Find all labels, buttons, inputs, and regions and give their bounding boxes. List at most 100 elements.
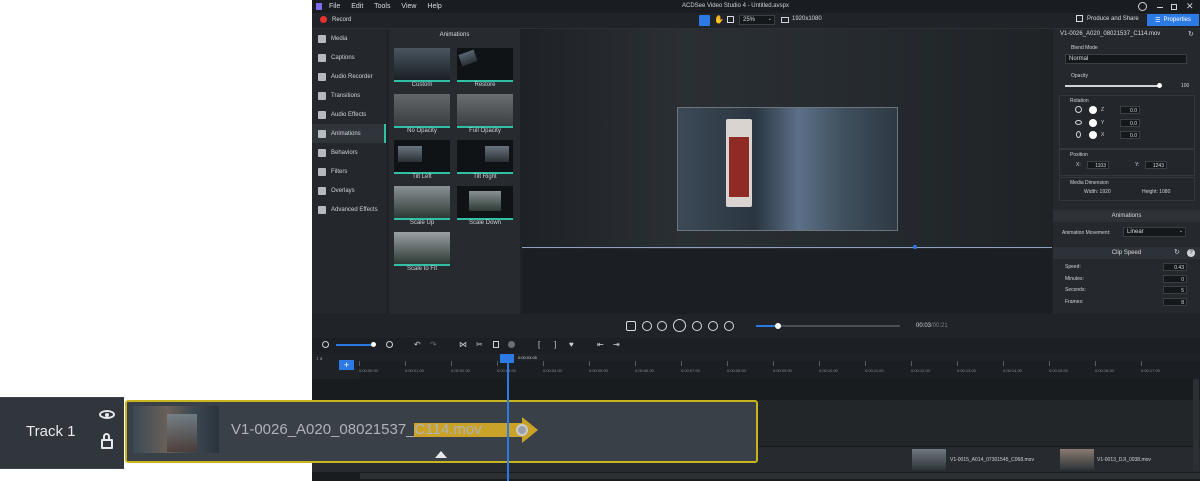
rotate-z-dial[interactable]: [1089, 106, 1097, 114]
position-y-input[interactable]: 1243: [1145, 161, 1167, 169]
ruler-tick-label: 0:00:11.00: [865, 368, 884, 373]
step-forward-icon[interactable]: [692, 321, 702, 331]
record-button[interactable]: Record: [320, 16, 351, 23]
rotate-x-dial[interactable]: [1089, 131, 1097, 139]
volume-icon[interactable]: [724, 321, 734, 331]
ruler-tick-mark: [1141, 361, 1142, 366]
sidebar-item-captions[interactable]: Captions: [312, 48, 386, 67]
menu-bar: File Edit Tools View Help: [329, 3, 442, 10]
seconds-input[interactable]: 5: [1163, 286, 1187, 294]
blend-mode-select[interactable]: Normal: [1065, 54, 1187, 64]
select-tool-icon[interactable]: [699, 15, 710, 26]
rotation-y-input[interactable]: 0.0: [1120, 119, 1140, 127]
go-end-icon[interactable]: ⇥: [613, 340, 620, 349]
animation-thumb-tilt-right[interactable]: [457, 140, 513, 174]
animation-label: Full Opacity: [469, 128, 501, 134]
marker-icon[interactable]: ♥: [569, 340, 574, 349]
rotation-x-input[interactable]: 0.0: [1120, 131, 1140, 139]
other-clip-name[interactable]: V1-0013_DJI_0038.mov: [1097, 457, 1151, 463]
animation-movement-select[interactable]: Linear ⌄: [1123, 227, 1186, 237]
minimize-icon[interactable]: [1157, 7, 1163, 8]
keyframe-marker[interactable]: [516, 424, 528, 436]
hand-tool-icon[interactable]: ✋: [714, 15, 724, 24]
step-back-icon[interactable]: [657, 321, 667, 331]
ruler-tick-label: 0:00:09.00: [773, 368, 792, 373]
cut-icon[interactable]: ✂: [476, 340, 483, 349]
animation-thumb-tilt-left[interactable]: [394, 140, 450, 174]
menu-help[interactable]: Help: [427, 3, 441, 10]
split-icon[interactable]: ⋈: [459, 340, 467, 349]
go-start-icon[interactable]: ⇤: [597, 340, 604, 349]
clip-speed-help-icon[interactable]: ?: [1187, 249, 1195, 257]
ruler-tick-mark: [405, 361, 406, 366]
timeline-ruler[interactable]: 0:00:00.000:00:01.000:00:02.000:00:03.00…: [359, 361, 1200, 379]
lock-icon[interactable]: [101, 439, 113, 449]
rotation-z-input[interactable]: 0.0: [1120, 106, 1140, 114]
playback-progress-knob[interactable]: [774, 323, 781, 329]
opacity-slider-knob[interactable]: [1157, 83, 1162, 88]
snapshot-icon[interactable]: [626, 321, 636, 331]
sidebar-item-animations[interactable]: Animations: [312, 124, 386, 143]
motion-handle[interactable]: [913, 245, 917, 249]
reset-icon[interactable]: ↻: [1188, 30, 1194, 38]
menu-view[interactable]: View: [401, 3, 416, 10]
account-icon[interactable]: [1138, 2, 1147, 11]
sidebar-item-overlays[interactable]: Overlays: [312, 181, 386, 200]
sidebar-item-audio-recorder[interactable]: Audio Recorder: [312, 67, 386, 86]
animation-thumb-no-opacity[interactable]: [394, 94, 450, 128]
playback-progress-track[interactable]: [756, 323, 900, 329]
produce-share-button[interactable]: Produce and Share: [1076, 15, 1139, 22]
ruler-tick-label: 0:00:08.00: [727, 368, 746, 373]
add-track-button[interactable]: +: [339, 360, 354, 370]
zoom-out-icon[interactable]: [322, 341, 329, 348]
previous-icon[interactable]: [642, 321, 652, 331]
properties-button[interactable]: ☰ Properties: [1147, 14, 1199, 26]
minutes-input[interactable]: 0: [1163, 275, 1187, 283]
timeline-zoom-slider[interactable]: [336, 344, 374, 346]
speed-input[interactable]: 0.43: [1163, 263, 1187, 271]
timeline-scrollbar[interactable]: [360, 473, 1200, 479]
maximize-icon[interactable]: [1171, 4, 1177, 10]
selected-clip-zoom[interactable]: V1-0026_A020_08021537_C114.mov: [125, 400, 758, 463]
copy-icon[interactable]: [493, 341, 499, 348]
menu-edit[interactable]: Edit: [351, 3, 363, 10]
position-x-input[interactable]: 1103: [1087, 161, 1109, 169]
other-clip-name[interactable]: V1-0015_A014_07301545_C068.mov: [950, 457, 1034, 463]
vertical-scrollbar[interactable]: [1193, 379, 1199, 471]
sidebar-item-filters[interactable]: Filters: [312, 162, 386, 181]
sidebar-item-label: Audio Effects: [331, 111, 367, 118]
sidebar-item-advanced-effects[interactable]: Advanced Effects: [312, 200, 386, 219]
video-preview[interactable]: [522, 29, 1052, 314]
menu-tools[interactable]: Tools: [374, 3, 390, 10]
mark-in-icon[interactable]: [: [538, 340, 540, 349]
sidebar-item-media[interactable]: Media: [312, 29, 386, 48]
zoom-select[interactable]: 25% ⌄: [739, 15, 775, 25]
sidebar-item-audio-effects[interactable]: Audio Effects: [312, 105, 386, 124]
opacity-slider[interactable]: [1065, 85, 1160, 87]
animation-thumb-scale-to-fit[interactable]: [394, 232, 450, 266]
clip-speed-reset-icon[interactable]: ↻: [1174, 248, 1180, 256]
next-icon[interactable]: [708, 321, 718, 331]
frames-input[interactable]: 8: [1163, 298, 1187, 306]
paste-icon[interactable]: [508, 341, 515, 348]
crop-tool-icon[interactable]: [727, 16, 734, 23]
mark-out-icon[interactable]: ]: [554, 340, 556, 349]
sidebar-item-behaviors[interactable]: Behaviors: [312, 143, 386, 162]
redo-icon[interactable]: ↷: [430, 340, 437, 349]
animations-section-header[interactable]: Animations: [1053, 210, 1200, 222]
playhead-handle[interactable]: [500, 354, 514, 363]
animation-thumb-scale-down[interactable]: [457, 186, 513, 220]
undo-icon[interactable]: ↶: [414, 340, 421, 349]
animation-thumb-scale-up[interactable]: [394, 186, 450, 220]
animation-thumb-restore[interactable]: [457, 48, 513, 82]
clip-expand-icon[interactable]: [435, 451, 447, 458]
zoom-in-icon[interactable]: [386, 341, 393, 348]
animation-thumb-full-opacity[interactable]: [457, 94, 513, 128]
rotate-y-dial[interactable]: [1089, 119, 1097, 127]
play-icon[interactable]: [673, 319, 686, 332]
sidebar-item-transitions[interactable]: Transitions: [312, 86, 386, 105]
close-icon[interactable]: ✕: [1186, 1, 1194, 12]
timeline-zoom-knob[interactable]: [371, 342, 376, 347]
menu-file[interactable]: File: [329, 3, 340, 10]
animation-thumb-custom[interactable]: [394, 48, 450, 82]
